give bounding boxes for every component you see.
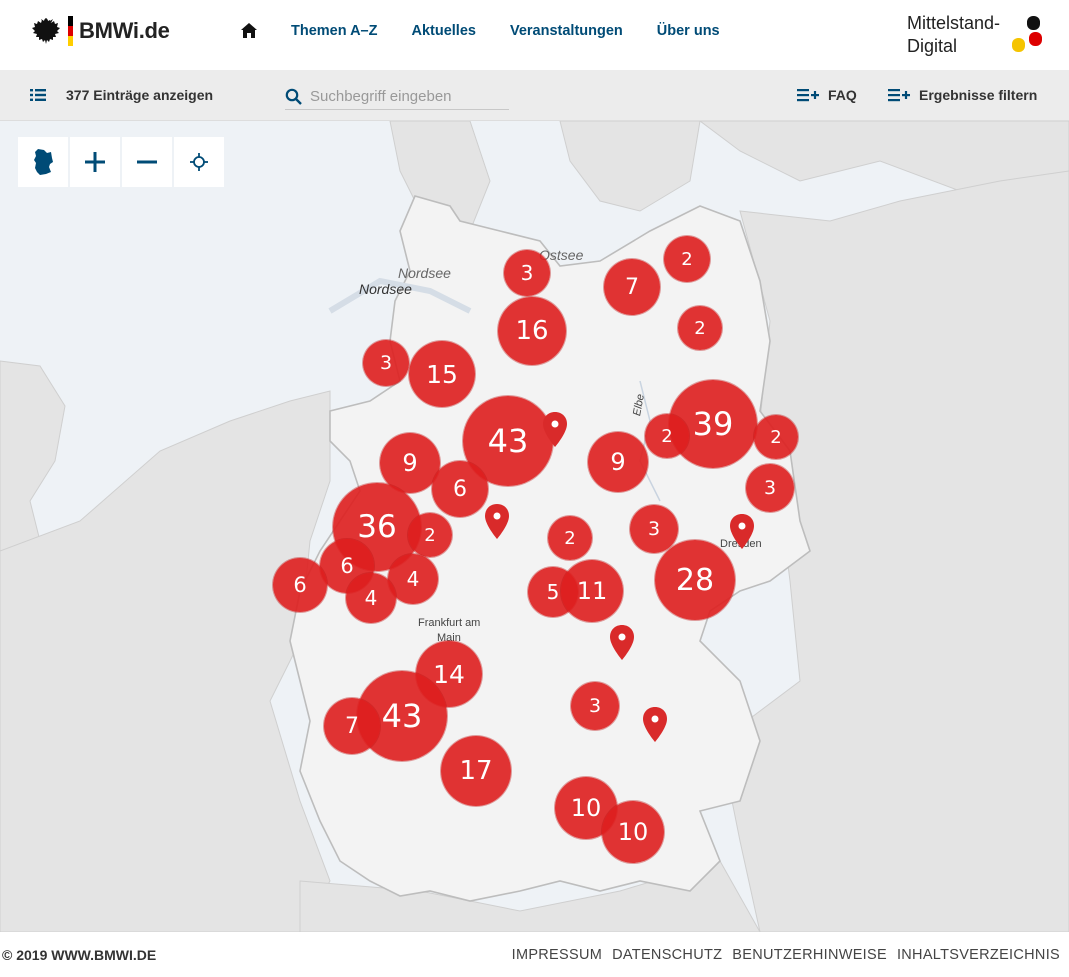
bmwi-logo[interactable]: BMWi.de (30, 14, 170, 48)
map-cluster[interactable]: 16 (498, 297, 566, 365)
crosshair-icon (190, 153, 208, 171)
toolbar: 377 Einträge anzeigen FAQ Ergebnisse fil… (0, 70, 1069, 121)
map-cluster[interactable]: 6 (432, 461, 488, 517)
map-cluster[interactable]: 3 (363, 340, 409, 386)
map-cluster[interactable]: 2 (645, 414, 689, 458)
entries-label: 377 Einträge anzeigen (66, 87, 214, 103)
map-cluster[interactable]: 4 (346, 573, 396, 623)
footer-link-benutzerhinweise[interactable]: BENUTZERHINWEISE (732, 947, 887, 963)
nav-ueber-uns[interactable]: Über uns (657, 23, 720, 39)
map-cluster[interactable]: 2 (408, 513, 452, 557)
german-flag (68, 16, 73, 46)
search-input[interactable] (310, 88, 500, 105)
label-nordsee-2: Nordsee (359, 281, 412, 297)
map-cluster[interactable]: 11 (561, 560, 623, 622)
label-nordsee: Nordsee (398, 265, 451, 281)
map-base (0, 121, 1069, 932)
map-view[interactable]: Ostsee Nordsee Nordsee Frankfurt am Main… (0, 121, 1069, 932)
map-pin-icon[interactable] (542, 411, 568, 449)
map-cluster[interactable]: 15 (409, 341, 475, 407)
map-cluster[interactable]: 7 (324, 698, 380, 754)
filter-results-button[interactable]: Ergebnisse filtern (888, 87, 1037, 103)
faq-button[interactable]: FAQ (797, 87, 857, 103)
home-icon[interactable] (240, 22, 258, 40)
mittelstand-digital-logo[interactable]: Mittelstand- Digital (907, 12, 1047, 58)
uk-land (0, 360, 66, 552)
map-cluster[interactable]: 28 (655, 540, 735, 620)
footer-link-inhaltsverzeichnis[interactable]: INHALTSVERZEICHNIS (897, 947, 1060, 963)
main-nav: Themen A–Z Aktuelles Veranstaltungen Übe… (240, 22, 754, 40)
map-cluster[interactable]: 17 (441, 736, 511, 806)
logo-text: BMWi.de (79, 18, 170, 43)
footer-link-impressum[interactable]: IMPRESSUM (512, 947, 603, 963)
map-cluster[interactable]: 3 (504, 250, 550, 296)
site-footer: © 2019 WWW.BMWI.DE IMPRESSUM DATENSCHUTZ… (0, 932, 1069, 977)
map-cluster[interactable]: 3 (630, 505, 678, 553)
add-list-icon (797, 89, 819, 102)
plus-icon (85, 152, 105, 172)
map-pin-icon[interactable] (729, 513, 755, 551)
search-icon[interactable] (285, 88, 302, 105)
map-cluster[interactable]: 6 (273, 558, 327, 612)
map-cluster[interactable]: 9 (588, 432, 648, 492)
filter-label: Ergebnisse filtern (919, 87, 1038, 103)
germany-view-button[interactable] (18, 137, 68, 187)
map-cluster[interactable]: 7 (604, 259, 660, 315)
faq-label: FAQ (828, 87, 857, 103)
map-pin-icon[interactable] (642, 706, 668, 744)
nav-aktuelles[interactable]: Aktuelles (411, 23, 475, 39)
map-pin-icon[interactable] (609, 624, 635, 662)
nav-themen[interactable]: Themen A–Z (291, 23, 377, 39)
germany-icon (34, 149, 53, 175)
nav-veranstaltungen[interactable]: Veranstaltungen (510, 23, 623, 39)
zoom-out-button[interactable] (122, 137, 172, 187)
west-land (0, 390, 331, 932)
map-cluster[interactable]: 3 (571, 682, 619, 730)
mittelstand-dots-icon (1012, 16, 1042, 52)
copyright: © 2019 WWW.BMWI.DE (2, 947, 157, 963)
add-list-icon (888, 89, 910, 102)
map-cluster[interactable]: 2 (548, 516, 592, 560)
eagle-icon (32, 18, 60, 44)
label-frankfurt: Frankfurt am (418, 617, 481, 629)
search-box (285, 84, 509, 110)
map-cluster[interactable]: 2 (664, 236, 710, 282)
zoom-in-button[interactable] (70, 137, 120, 187)
footer-link-datenschutz[interactable]: DATENSCHUTZ (612, 947, 722, 963)
show-entries-button[interactable]: 377 Einträge anzeigen (30, 87, 213, 103)
list-icon (30, 89, 46, 101)
map-cluster[interactable]: 2 (678, 306, 722, 350)
sweden-south-land (559, 121, 701, 212)
locate-button[interactable] (174, 137, 224, 187)
footer-links: IMPRESSUM DATENSCHUTZ BENUTZERHINWEISE I… (512, 947, 1060, 963)
map-cluster[interactable]: 10 (602, 801, 664, 863)
map-controls (18, 137, 224, 187)
minus-icon (137, 160, 157, 164)
map-pin-icon[interactable] (484, 503, 510, 541)
map-cluster[interactable]: 2 (754, 415, 798, 459)
map-cluster[interactable]: 3 (746, 464, 794, 512)
site-header: BMWi.de Themen A–Z Aktuelles Veranstaltu… (0, 0, 1069, 70)
